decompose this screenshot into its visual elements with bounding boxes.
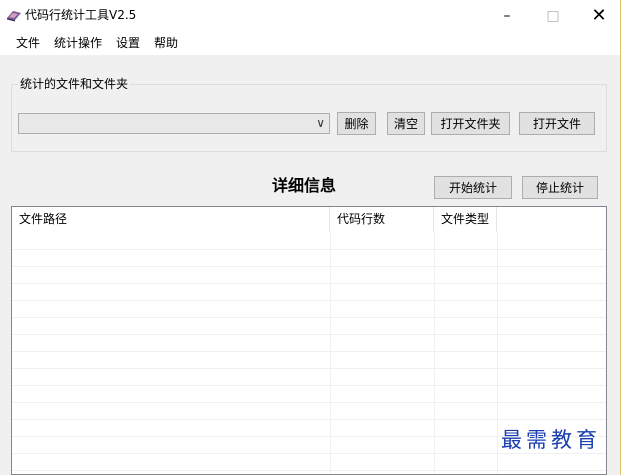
watermark-text: 最需教育 — [501, 428, 601, 452]
menu-stats-ops[interactable]: 统计操作 — [47, 33, 109, 53]
grid-line — [12, 300, 606, 301]
menu-settings[interactable]: 设置 — [109, 33, 147, 53]
grid-line — [330, 232, 331, 474]
window-title: 代码行统计工具V2.5 — [25, 8, 137, 22]
menu-file[interactable]: 文件 — [9, 33, 47, 53]
column-header-file-path[interactable]: 文件路径 — [12, 207, 330, 232]
grid-line — [12, 419, 606, 420]
grid-line — [12, 283, 606, 284]
grid-line — [12, 368, 606, 369]
path-combobox[interactable]: ∨ — [18, 113, 330, 134]
app-icon — [7, 11, 21, 22]
minimize-button[interactable]: – — [484, 0, 530, 31]
grid-line — [12, 385, 606, 386]
grid-line — [12, 402, 606, 403]
start-stats-button[interactable]: 开始统计 — [434, 176, 512, 199]
grid-line — [434, 232, 435, 474]
column-header-line-count[interactable]: 代码行数 — [330, 207, 434, 232]
stats-group-label: 统计的文件和文件夹 — [18, 76, 131, 92]
menu-bar: 文件 统计操作 设置 帮助 — [0, 31, 620, 55]
open-file-button[interactable]: 打开文件 — [519, 112, 595, 135]
grid-line — [12, 351, 606, 352]
chevron-down-icon[interactable]: ∨ — [316, 116, 325, 130]
column-header-file-type[interactable]: 文件类型 — [434, 207, 497, 232]
stop-stats-button[interactable]: 停止统计 — [522, 176, 598, 199]
clear-button[interactable]: 清空 — [387, 112, 425, 135]
details-title: 详细信息 — [272, 176, 337, 195]
grid-line — [12, 334, 606, 335]
close-button[interactable]: ✕ — [576, 0, 621, 31]
grid-line — [12, 266, 606, 267]
grid-line — [12, 249, 606, 250]
open-folder-button[interactable]: 打开文件夹 — [431, 112, 510, 135]
main-window: 代码行统计工具V2.5 – □ ✕ 文件 统计操作 设置 帮助 统计的文件和文件… — [0, 0, 621, 475]
grid-line — [497, 232, 498, 474]
menu-help[interactable]: 帮助 — [147, 33, 185, 53]
list-header: 文件路径 代码行数 文件类型 — [12, 207, 606, 232]
title-bar[interactable]: 代码行统计工具V2.5 – □ ✕ — [0, 0, 620, 31]
maximize-button[interactable]: □ — [530, 0, 576, 31]
delete-button[interactable]: 删除 — [337, 112, 376, 135]
grid-line — [12, 317, 606, 318]
grid-line — [12, 470, 606, 471]
